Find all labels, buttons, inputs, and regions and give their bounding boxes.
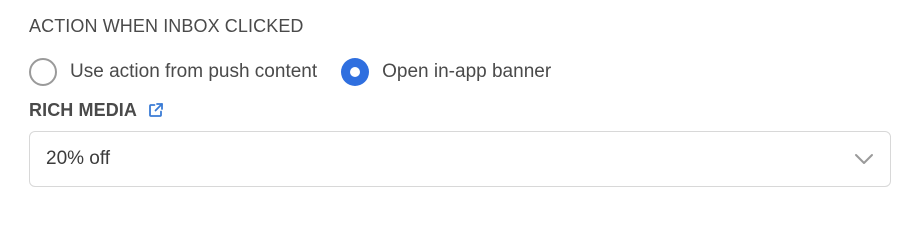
- radio-open-in-app-banner-label: Open in-app banner: [382, 61, 552, 82]
- radio-selected-icon[interactable]: [341, 58, 370, 86]
- radio-use-action-from-push[interactable]: Use action from push content: [29, 58, 317, 86]
- radio-unselected-icon[interactable]: [29, 58, 57, 86]
- rich-media-select[interactable]: 20% off: [29, 131, 891, 187]
- rich-media-select-value: 20% off: [46, 148, 111, 169]
- chevron-down-icon[interactable]: [853, 148, 875, 170]
- external-link-icon[interactable]: [147, 101, 165, 119]
- radio-use-action-from-push-label: Use action from push content: [70, 61, 318, 82]
- rich-media-heading: RICH MEDIA: [29, 99, 165, 121]
- radio-open-in-app-banner[interactable]: Open in-app banner: [341, 58, 551, 86]
- rich-media-settings-panel: ACTION WHEN INBOX CLICKED Use action fro…: [0, 0, 918, 218]
- action-radio-group: Use action from push content Open in-app…: [29, 56, 575, 88]
- radio-dot: [350, 67, 361, 77]
- rich-media-title: RICH MEDIA: [29, 100, 137, 120]
- action-when-inbox-clicked-title: ACTION WHEN INBOX CLICKED: [29, 16, 304, 36]
